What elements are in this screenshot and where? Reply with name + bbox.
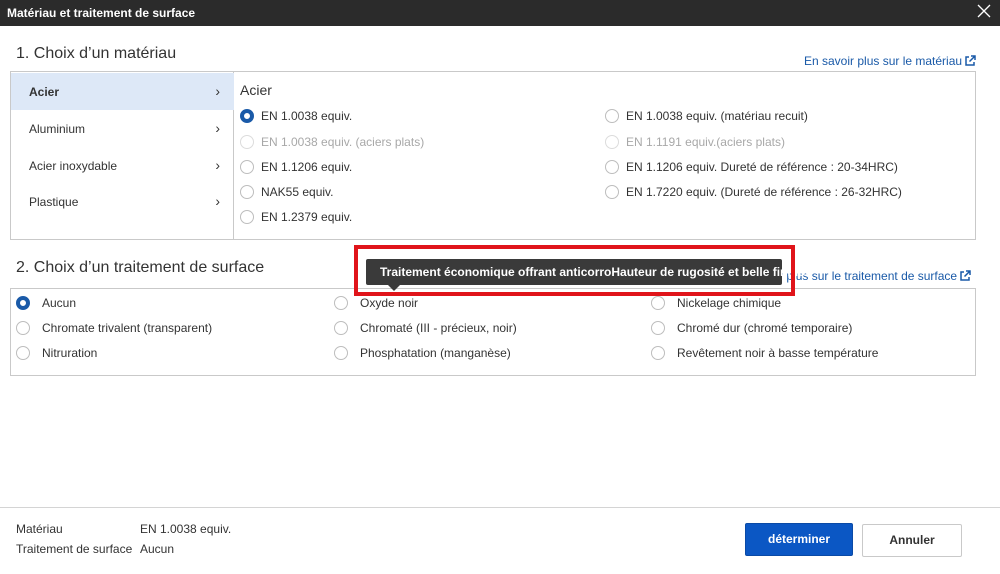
chevron-right-icon: ›: [215, 120, 220, 136]
option-label: Chromate trivalent (transparent): [42, 321, 213, 335]
external-link-icon: [962, 54, 976, 68]
radio-icon: [240, 185, 254, 199]
tooltip: Traitement économique offrant anticorroH…: [366, 259, 813, 291]
surface-option[interactable]: Oxyde noir: [334, 296, 418, 310]
material-box: Acier › Aluminium › Acier inoxydable › P…: [10, 71, 976, 240]
footer-divider: [0, 507, 1000, 508]
material-panel-title: Acier: [240, 82, 272, 98]
category-label: Acier inoxydable: [29, 159, 118, 173]
chevron-right-icon: ›: [215, 157, 220, 173]
summary-surface-label: Traitement de surface: [16, 542, 133, 556]
category-item-aluminium[interactable]: Aluminium ›: [11, 110, 234, 147]
option-label: EN 1.0038 equiv. (matériau recuit): [626, 109, 808, 123]
radio-icon: [605, 135, 619, 149]
option-label: EN 1.0038 equiv.: [261, 109, 353, 123]
surface-option[interactable]: Chromé dur (chromé temporaire): [651, 321, 852, 335]
radio-icon: [334, 346, 348, 360]
option-label: Aucun: [42, 296, 77, 310]
surface-option[interactable]: Revêtement noir à basse température: [651, 346, 878, 360]
radio-icon: [16, 321, 30, 335]
option-label: Nickelage chimique: [677, 296, 782, 310]
summary-material-value: EN 1.0038 equiv.: [140, 522, 232, 536]
radio-icon: [16, 296, 30, 310]
category-label: Plastique: [29, 195, 79, 209]
category-item-acier[interactable]: Acier ›: [11, 73, 234, 110]
radio-icon: [605, 160, 619, 174]
category-item-acier-inoxydable[interactable]: Acier inoxydable ›: [11, 147, 234, 184]
surface-option[interactable]: Chromaté (III - précieux, noir): [334, 321, 517, 335]
close-icon[interactable]: [976, 3, 992, 19]
radio-icon: [651, 346, 665, 360]
tooltip-text: Traitement économique offrant anticorroH…: [380, 265, 813, 279]
option-label: Chromaté (III - précieux, noir): [360, 321, 517, 335]
chevron-right-icon: ›: [215, 193, 220, 209]
material-option[interactable]: EN 1.0038 equiv.: [240, 109, 352, 123]
option-label: Oxyde noir: [360, 296, 419, 310]
radio-icon: [334, 321, 348, 335]
material-learn-more-link[interactable]: En savoir plus sur le matériau: [804, 54, 976, 68]
title-bar: Matériau et traitement de surface: [0, 0, 1000, 26]
material-option[interactable]: EN 1.1206 equiv. Dureté de référence : 2…: [605, 160, 898, 174]
chevron-right-icon: ›: [215, 83, 220, 99]
material-option: EN 1.0038 equiv. (aciers plats): [240, 135, 424, 149]
dialog-title: Matériau et traitement de surface: [7, 6, 196, 20]
option-label: EN 1.1206 equiv. Dureté de référence : 2…: [626, 160, 898, 174]
surface-option[interactable]: Phosphatation (manganèse): [334, 346, 511, 360]
tooltip-arrow: [388, 285, 400, 291]
option-label: EN 1.7220 equiv. (Dureté de référence : …: [626, 185, 902, 199]
material-option[interactable]: EN 1.0038 equiv. (matériau recuit): [605, 109, 808, 123]
material-category-sidebar: Acier › Aluminium › Acier inoxydable › P…: [11, 72, 234, 239]
option-label: NAK55 equiv.: [261, 185, 334, 199]
radio-icon: [16, 346, 30, 360]
radio-icon: [651, 296, 665, 310]
material-section-title: 1. Choix d’un matériau: [16, 45, 177, 62]
option-label: EN 1.1206 equiv.: [261, 160, 353, 174]
radio-icon: [240, 210, 254, 224]
material-option[interactable]: NAK55 equiv.: [240, 185, 334, 199]
radio-icon: [605, 109, 619, 123]
material-option[interactable]: EN 1.2379 equiv.: [240, 210, 352, 224]
category-label: Acier: [29, 85, 60, 99]
material-learn-more-text: En savoir plus sur le matériau: [804, 54, 963, 68]
option-label: Nitruration: [42, 346, 98, 360]
radio-icon: [651, 321, 665, 335]
option-label: Phosphatation (manganèse): [360, 346, 511, 360]
option-label: Chromé dur (chromé temporaire): [677, 321, 853, 335]
material-option[interactable]: EN 1.1206 equiv.: [240, 160, 352, 174]
option-label: EN 1.1191 equiv.(aciers plats): [626, 135, 785, 149]
option-label: EN 1.2379 equiv.: [261, 210, 353, 224]
category-item-plastique[interactable]: Plastique ›: [11, 183, 234, 220]
radio-icon: [334, 296, 348, 310]
material-option: EN 1.1191 equiv.(aciers plats): [605, 135, 785, 149]
radio-icon: [240, 109, 254, 123]
radio-icon: [240, 160, 254, 174]
confirm-button[interactable]: déterminer: [745, 523, 853, 556]
radio-icon: [605, 185, 619, 199]
material-option[interactable]: EN 1.7220 equiv. (Dureté de référence : …: [605, 185, 902, 199]
radio-icon: [240, 135, 254, 149]
summary-surface-value: Aucun: [140, 542, 175, 556]
surface-section-title: 2. Choix d’un traitement de surface: [16, 259, 265, 276]
category-label: Aluminium: [29, 122, 86, 136]
surface-option[interactable]: Chromate trivalent (transparent): [16, 321, 212, 335]
cancel-button[interactable]: Annuler: [862, 524, 962, 557]
surface-option[interactable]: Aucun: [16, 296, 76, 310]
option-label: Revêtement noir à basse température: [677, 346, 879, 360]
option-label: EN 1.0038 equiv. (aciers plats): [261, 135, 425, 149]
surface-option[interactable]: Nickelage chimique: [651, 296, 781, 310]
summary-material-label: Matériau: [16, 522, 63, 536]
external-link-icon: [957, 269, 971, 283]
surface-option[interactable]: Nitruration: [16, 346, 97, 360]
